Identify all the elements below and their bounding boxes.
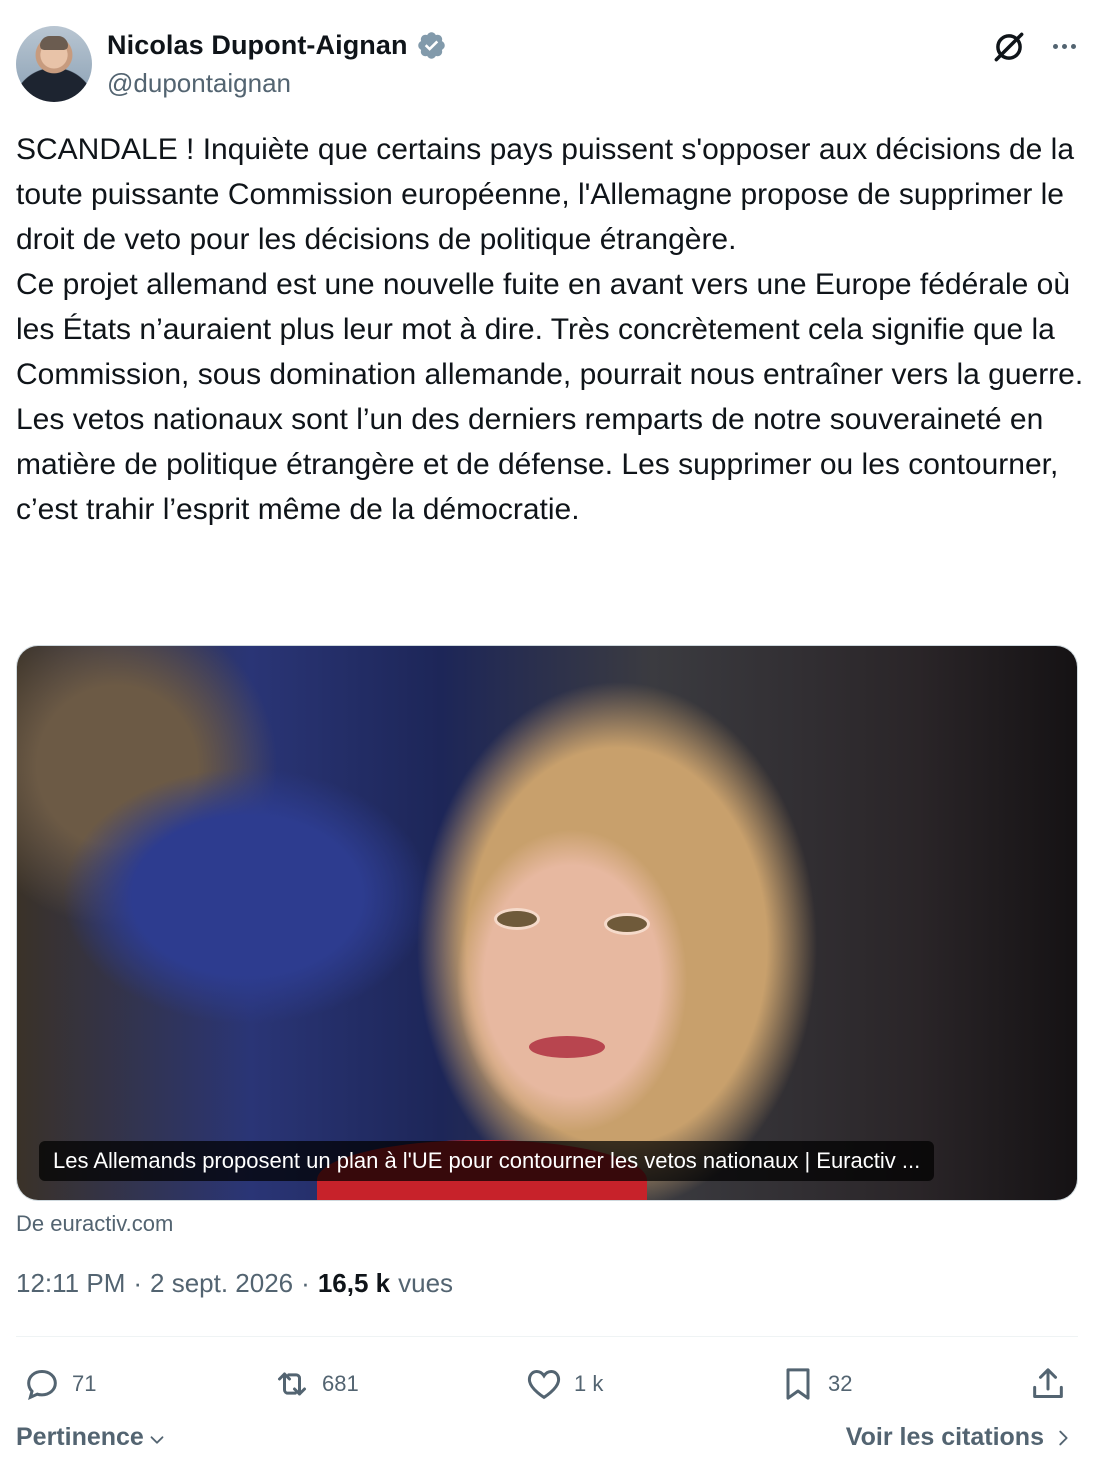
meta-separator: ·	[301, 1268, 310, 1298]
views-count[interactable]: 16,5 k	[318, 1268, 390, 1299]
share-icon	[1033, 1368, 1063, 1398]
author-name[interactable]: Nicolas Dupont-Aignan	[107, 30, 408, 61]
repost-icon	[278, 1372, 306, 1396]
link-card[interactable]: Les Allemands proposent un plan à l'UE p…	[16, 645, 1078, 1201]
heart-icon	[527, 1369, 561, 1400]
view-quotes-link[interactable]: Voir les citations	[846, 1423, 1074, 1452]
replies-footer: Pertinence Voir les citations	[16, 1423, 1078, 1463]
meta-separator: ·	[133, 1268, 143, 1298]
divider	[16, 1336, 1078, 1337]
more-icon[interactable]	[1046, 28, 1082, 64]
like-button[interactable]: 1 k	[524, 1358, 603, 1410]
reply-count: 71	[72, 1371, 97, 1396]
author-name-row: Nicolas Dupont-Aignan	[107, 30, 447, 61]
tweet-header: Nicolas Dupont-Aignan @dupontaignan	[16, 26, 1084, 104]
view-quotes-label: Voir les citations	[845, 1423, 1044, 1451]
card-caption: Les Allemands proposent un plan à l'UE p…	[39, 1141, 935, 1181]
avatar[interactable]	[16, 26, 92, 102]
card-image	[17, 646, 1077, 1200]
bookmark-count: 32	[828, 1371, 853, 1396]
like-count: 1 k	[574, 1371, 604, 1396]
card-source[interactable]: De euractiv.com	[16, 1211, 173, 1237]
chevron-down-icon	[150, 1435, 164, 1444]
share-button[interactable]	[1028, 1358, 1068, 1410]
tweet-meta: 12:11 PM · 2 sept. 2026 · 16,5 k vues	[16, 1268, 453, 1299]
verified-badge-icon[interactable]	[416, 30, 447, 61]
reply-button[interactable]: 71	[22, 1358, 96, 1410]
sort-label: Pertinence	[16, 1423, 144, 1451]
tweet-text: SCANDALE ! Inquiète que certains pays pu…	[16, 127, 1084, 532]
bookmark-icon	[786, 1368, 810, 1400]
chevron-right-icon	[1059, 1430, 1068, 1445]
repost-button[interactable]: 681	[272, 1358, 359, 1410]
author-handle[interactable]: @dupontaignan	[107, 68, 291, 99]
sort-dropdown[interactable]: Pertinence	[16, 1423, 168, 1452]
tweet-time[interactable]: 12:11 PM	[16, 1268, 125, 1299]
bookmark-button[interactable]: 32	[778, 1358, 852, 1410]
grok-icon[interactable]	[990, 28, 1028, 66]
reply-icon	[27, 1369, 57, 1401]
views-label: vues	[398, 1268, 454, 1298]
repost-count: 681	[322, 1371, 359, 1396]
action-bar: 71 681 1 k 32	[16, 1358, 1078, 1410]
tweet-paragraph: SCANDALE ! Inquiète que certains pays pu…	[16, 133, 1074, 256]
tweet-date[interactable]: 2 sept. 2026	[150, 1268, 293, 1299]
tweet-paragraph: Ce projet allemand est une nouvelle fuit…	[16, 268, 1084, 526]
